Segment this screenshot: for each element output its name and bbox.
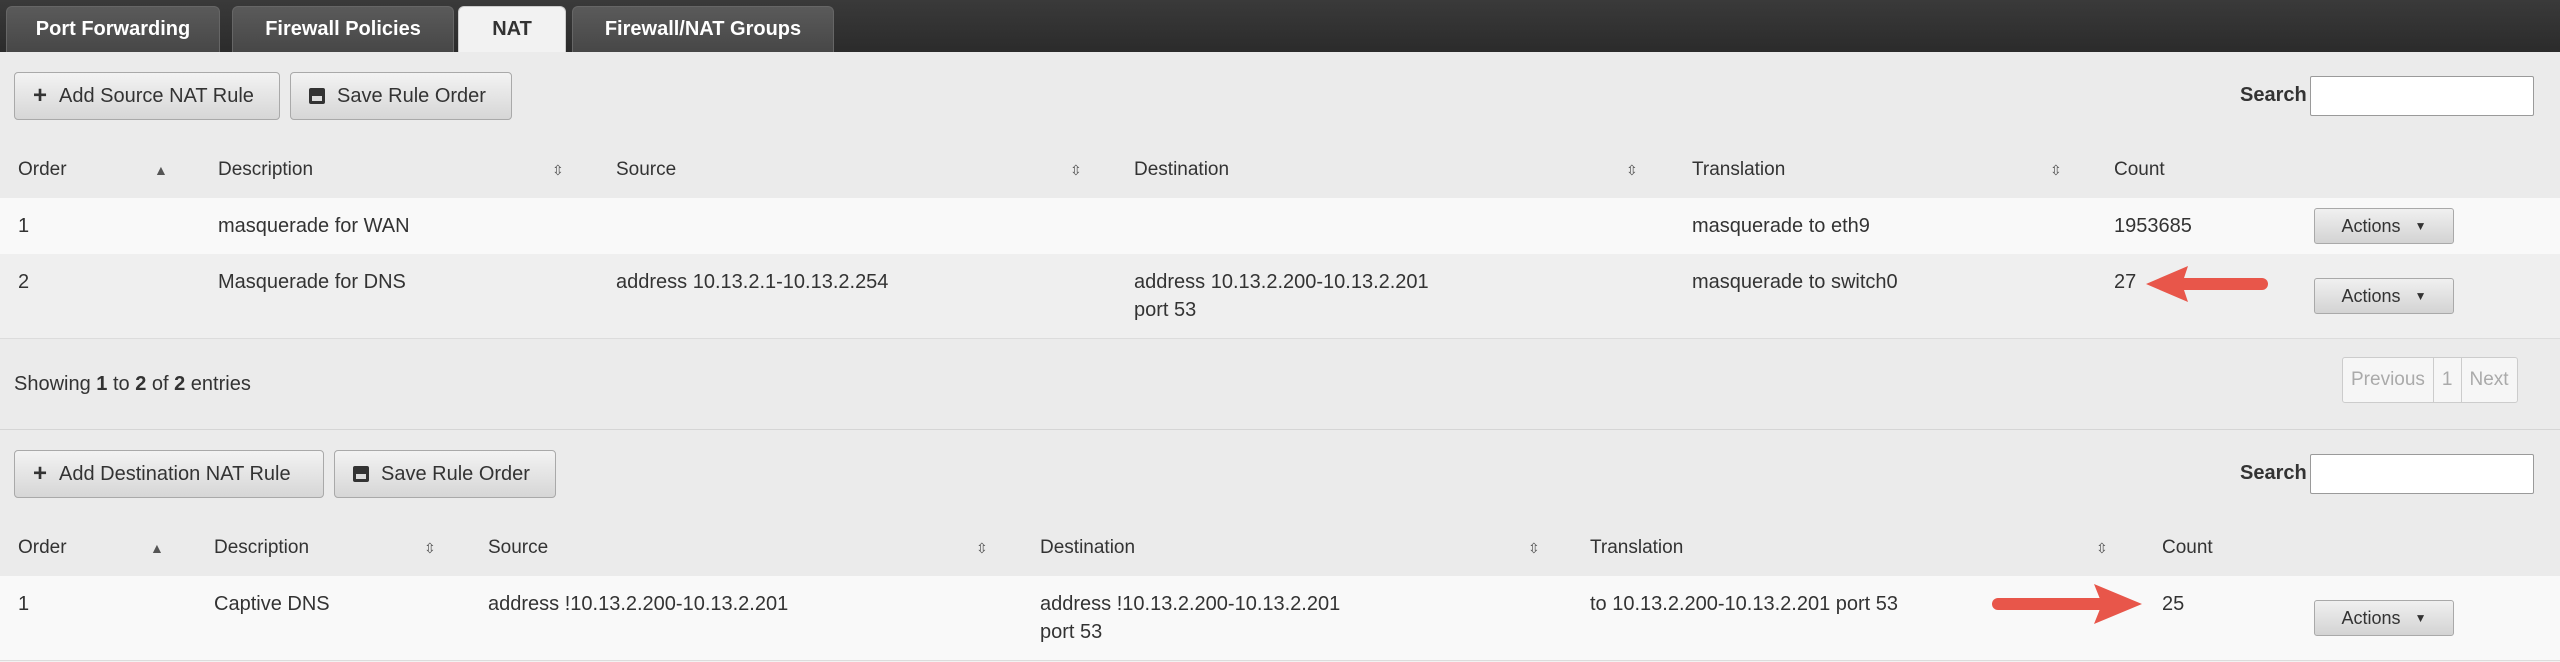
add-source-nat-rule-button[interactable]: + Add Source NAT Rule [14,72,280,120]
source-nat-toolbar: + Add Source NAT Rule Save Rule Order Se… [0,52,2560,143]
dest-nat-toolbar: + Add Destination NAT Rule Save Rule Ord… [0,430,2560,521]
search-input[interactable] [2310,76,2534,116]
plus-icon: + [33,82,48,109]
add-destination-nat-rule-button[interactable]: + Add Destination NAT Rule [14,450,324,498]
source-nat-table-footer: Showing 1 to 2 of 2 entries Previous 1 N… [0,339,2560,430]
column-header-order[interactable]: Order [18,142,67,198]
sort-icon[interactable]: ⇳ [976,520,988,576]
save-rule-order-button[interactable]: Save Rule Order [334,450,556,498]
page-1-button[interactable]: 1 [2434,358,2462,402]
column-header-count[interactable]: Count [2162,520,2213,576]
column-header-order[interactable]: Order [18,520,67,576]
next-page-button[interactable]: Next [2462,358,2517,402]
column-header-translation[interactable]: Translation [1590,520,1683,576]
floppy-disk-icon [353,466,369,482]
caret-down-icon: ▼ [2414,611,2427,625]
sort-icon[interactable]: ⇳ [2050,142,2062,198]
save-rule-order-button[interactable]: Save Rule Order [290,72,512,120]
actions-label: Actions [2341,607,2401,628]
sort-icon[interactable]: ⇳ [1070,142,1082,198]
source-nat-table-header: Order ▲ Description ⇳ Source ⇳ Destinati… [0,142,2560,199]
column-header-source[interactable]: Source [616,142,676,198]
dest-nat-table-header: Order ▲ Description ⇳ Source ⇳ Destinati… [0,520,2560,577]
annotation-arrow-icon [1992,584,2142,624]
column-header-source[interactable]: Source [488,520,548,576]
add-source-nat-rule-label: Add Source NAT Rule [59,84,254,107]
cell-order: 1 [18,215,30,237]
search-label: Search [2240,462,2307,484]
table-row: 1 Captive DNS address !10.13.2.200-10.13… [0,576,2560,661]
cell-count: 27 [2114,271,2137,293]
cell-destination-port: port 53 [1040,621,1103,643]
cell-order: 1 [18,593,30,615]
tab-bar: Port Forwarding Firewall Policies NAT Fi… [0,0,2560,52]
sort-icon[interactable]: ⇳ [1528,520,1540,576]
table-row: 1 masquerade for WAN masquerade to eth9 … [0,198,2560,255]
actions-label: Actions [2341,215,2401,236]
cell-source: address 10.13.2.1-10.13.2.254 [616,271,889,293]
sort-asc-icon[interactable]: ▲ [150,520,164,576]
save-rule-order-label: Save Rule Order [337,84,486,107]
cell-count: 1953685 [2114,215,2192,237]
actions-dropdown-button[interactable]: Actions ▼ [2314,600,2454,636]
column-header-count[interactable]: Count [2114,142,2165,198]
cell-translation: masquerade to switch0 [1692,271,1898,293]
cell-destination: address !10.13.2.200-10.13.2.201 [1040,593,1341,615]
cell-count: 25 [2162,593,2185,615]
floppy-disk-icon [309,88,325,104]
plus-icon: + [33,460,48,487]
cell-translation: masquerade to eth9 [1692,215,1870,237]
save-rule-order-label: Save Rule Order [381,462,530,485]
tab-port-forwarding[interactable]: Port Forwarding [6,6,220,52]
add-destination-nat-rule-label: Add Destination NAT Rule [59,462,291,485]
search-input[interactable] [2310,454,2534,494]
column-header-destination[interactable]: Destination [1134,142,1229,198]
entries-info: Showing 1 to 2 of 2 entries [14,373,251,395]
pagination: Previous 1 Next [2342,357,2518,403]
cell-description: Masquerade for DNS [218,271,406,293]
sort-asc-icon[interactable]: ▲ [154,142,168,198]
cell-source: address !10.13.2.200-10.13.2.201 [488,593,789,615]
cell-description: masquerade for WAN [218,215,410,237]
previous-page-button[interactable]: Previous [2343,358,2434,402]
search-label: Search [2240,84,2307,106]
cell-order: 2 [18,271,30,293]
tab-firewall-policies[interactable]: Firewall Policies [232,6,454,52]
actions-dropdown-button[interactable]: Actions ▼ [2314,278,2454,314]
cell-translation: to 10.13.2.200-10.13.2.201 port 53 [1590,593,1899,615]
column-header-description[interactable]: Description [218,142,313,198]
tab-nat[interactable]: NAT [458,6,566,52]
actions-dropdown-button[interactable]: Actions ▼ [2314,208,2454,244]
tab-firewall-nat-groups[interactable]: Firewall/NAT Groups [572,6,834,52]
sort-icon[interactable]: ⇳ [1626,142,1638,198]
annotation-arrow-icon [2146,266,2268,302]
column-header-description[interactable]: Description [214,520,309,576]
caret-down-icon: ▼ [2414,219,2427,233]
column-header-translation[interactable]: Translation [1692,142,1785,198]
actions-label: Actions [2341,285,2401,306]
cell-destination: address 10.13.2.200-10.13.2.201 [1134,271,1429,293]
sort-icon[interactable]: ⇳ [552,142,564,198]
caret-down-icon: ▼ [2414,289,2427,303]
cell-destination-port: port 53 [1134,299,1197,321]
cell-description: Captive DNS [214,593,330,615]
column-header-destination[interactable]: Destination [1040,520,1135,576]
sort-icon[interactable]: ⇳ [424,520,436,576]
sort-icon[interactable]: ⇳ [2096,520,2108,576]
